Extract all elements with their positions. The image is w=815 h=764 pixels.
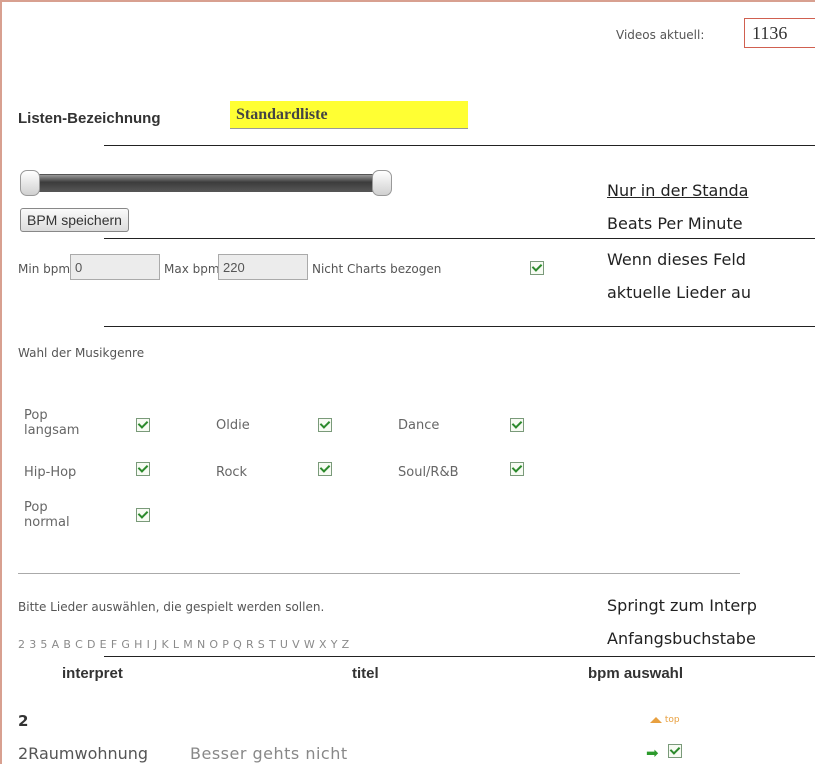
- genre-label-hip-hop: Hip-Hop: [24, 465, 77, 480]
- letter-link-l[interactable]: L: [173, 638, 180, 651]
- genre-checkbox-rock[interactable]: [318, 462, 332, 476]
- slider-track: [28, 174, 386, 192]
- letter-link-n[interactable]: N: [197, 638, 206, 651]
- genre-label-pop-langsam: Pop langsam: [24, 408, 80, 438]
- genre-label-pop-normal: Pop normal: [24, 500, 70, 530]
- genre-heading: Wahl der Musikgenre: [18, 346, 145, 360]
- divider-4: [18, 573, 740, 574]
- min-bpm-input[interactable]: [70, 254, 160, 280]
- slider-min-handle[interactable]: [20, 170, 40, 196]
- bpm-note-text: Beats Per Minute: [607, 214, 743, 233]
- letter-link-g[interactable]: G: [121, 638, 131, 651]
- frame-left-border: [0, 0, 2, 764]
- letter-link-i[interactable]: I: [147, 638, 151, 651]
- charts-note-line2: aktuelle Lieder au: [607, 283, 751, 302]
- letter-link-m[interactable]: M: [183, 638, 194, 651]
- letter-link-f[interactable]: F: [111, 638, 119, 651]
- min-bpm-label: Min bpm:: [18, 262, 75, 276]
- max-bpm-label: Max bpm:: [164, 262, 224, 276]
- row-select-checkbox[interactable]: [668, 744, 682, 758]
- genre-label-rock: Rock: [216, 465, 248, 480]
- bpm-note-link[interactable]: Nur in der Standa: [607, 181, 748, 200]
- divider-3: [104, 326, 815, 327]
- letter-link-5[interactable]: 5: [40, 638, 48, 651]
- letter-link-o[interactable]: O: [209, 638, 219, 651]
- letter-link-t[interactable]: T: [269, 638, 277, 651]
- letter-link-h[interactable]: H: [134, 638, 143, 651]
- column-bpm-auswahl: bpm auswahl: [588, 665, 684, 682]
- videos-count: 1136: [744, 18, 815, 48]
- letter-link-u[interactable]: U: [280, 638, 289, 651]
- letter-link-j[interactable]: J: [154, 638, 158, 651]
- charts-label: Nicht Charts bezogen: [312, 262, 442, 276]
- letter-link-e[interactable]: E: [100, 638, 108, 651]
- divider-5: [104, 656, 815, 657]
- videos-label: Videos aktuell:: [616, 28, 705, 42]
- songs-instruction: Bitte Lieder auswählen, die gespielt wer…: [18, 600, 325, 614]
- letter-link-r[interactable]: R: [246, 638, 255, 651]
- charts-checkbox[interactable]: [530, 261, 544, 275]
- genre-label-dance: Dance: [398, 418, 440, 433]
- save-bpm-button[interactable]: BPM speichern: [20, 208, 129, 232]
- bpm-range-slider[interactable]: [20, 170, 392, 196]
- letter-link-y[interactable]: Y: [331, 638, 339, 651]
- genre-label-soul-rnb: Soul/R&B: [398, 465, 459, 480]
- letter-link-2[interactable]: 2: [18, 638, 26, 651]
- genre-checkbox-hip-hop[interactable]: [136, 462, 150, 476]
- letter-link-b[interactable]: B: [63, 638, 72, 651]
- group-heading: 2: [18, 712, 29, 730]
- letter-link-3[interactable]: 3: [29, 638, 37, 651]
- genre-label-oldie: Oldie: [216, 418, 250, 433]
- list-name-label: Listen-Bezeichnung: [18, 110, 161, 127]
- up-arrow-icon: [650, 716, 662, 723]
- genre-checkbox-soul-rnb[interactable]: [510, 462, 524, 476]
- column-titel: titel: [352, 665, 379, 682]
- genre-checkbox-pop-langsam[interactable]: [136, 418, 150, 432]
- letter-link-c[interactable]: C: [75, 638, 84, 651]
- row-titel: Besser gehts nicht: [190, 744, 348, 763]
- letter-link-k[interactable]: K: [161, 638, 169, 651]
- charts-note-line1: Wenn dieses Feld: [607, 250, 746, 269]
- divider-2: [104, 238, 815, 239]
- letter-link-w[interactable]: W: [304, 638, 316, 651]
- letter-link-q[interactable]: Q: [233, 638, 243, 651]
- top-link-label: top: [664, 715, 680, 725]
- genre-checkbox-pop-normal[interactable]: [136, 508, 150, 522]
- jump-note-line1: Springt zum Interp: [607, 596, 757, 615]
- genre-checkbox-dance[interactable]: [510, 418, 524, 432]
- letter-link-a[interactable]: A: [52, 638, 61, 651]
- letter-link-x[interactable]: X: [319, 638, 328, 651]
- arrow-right-icon: ➡: [646, 744, 659, 762]
- jump-note-line2: Anfangsbuchstabe: [607, 629, 756, 648]
- max-bpm-input[interactable]: [218, 254, 308, 280]
- letter-link-v[interactable]: V: [292, 638, 301, 651]
- list-name-input[interactable]: [230, 101, 468, 129]
- frame-top-border: [0, 0, 815, 2]
- letter-link-z[interactable]: Z: [342, 638, 351, 651]
- top-link[interactable]: top: [650, 715, 680, 725]
- genre-checkbox-oldie[interactable]: [318, 418, 332, 432]
- divider-1: [104, 145, 815, 146]
- letter-link-p[interactable]: P: [222, 638, 230, 651]
- column-interpret: interpret: [62, 665, 123, 682]
- letter-link-d[interactable]: D: [87, 638, 97, 651]
- row-interpret: 2Raumwohnung: [18, 744, 149, 763]
- letter-index: 235ABCDEFGHIJKLMNOPQRSTUVWXYZ: [18, 638, 353, 651]
- slider-max-handle[interactable]: [372, 170, 392, 196]
- letter-link-s[interactable]: S: [258, 638, 266, 651]
